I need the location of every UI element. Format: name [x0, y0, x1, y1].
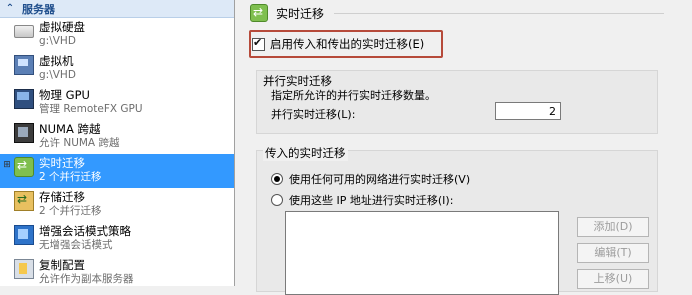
- live-migration-icon: [14, 157, 34, 177]
- concurrent-migrations-input[interactable]: 2: [495, 102, 561, 120]
- hard-disk-icon: [14, 25, 34, 38]
- settings-sidebar: ⌃ 服务器 虚拟硬盘 g:\VHD 虚拟机 g:\VHD 物理 GPU 管理 R…: [0, 0, 235, 286]
- enable-live-migration-checkbox[interactable]: [252, 36, 265, 51]
- use-any-network-label[interactable]: 使用任何可用的网络进行实时迁移(V): [289, 171, 470, 187]
- enable-live-migration-row[interactable]: 启用传入和传出的实时迁移(E): [249, 30, 443, 58]
- numa-icon: [14, 123, 34, 143]
- item-subtitle: 2 个并行迁移: [39, 205, 102, 217]
- item-title: 虚拟硬盘: [39, 20, 85, 34]
- item-subtitle: 无增强会话模式: [39, 239, 113, 251]
- incoming-migrations-group: 传入的实时迁移 使用任何可用的网络进行实时迁移(V) 使用这些 IP 地址进行实…: [256, 145, 658, 295]
- panel-header: 实时迁移: [250, 4, 324, 22]
- divider: [334, 13, 664, 14]
- panel-title: 实时迁移: [276, 6, 325, 21]
- chevron-up-icon[interactable]: ⌃: [4, 3, 16, 14]
- item-title: 实时迁移: [39, 156, 85, 170]
- sidebar-item-numa[interactable]: NUMA 跨越 允许 NUMA 跨越: [0, 120, 234, 154]
- gpu-icon: [14, 89, 34, 109]
- use-ip-addresses-label[interactable]: 使用这些 IP 地址进行实时迁移(I):: [289, 192, 453, 208]
- live-migration-panel: 实时迁移 启用传入和传出的实时迁移(E) 并行实时迁移 指定所允许的并行实时迁移…: [244, 0, 692, 295]
- item-subtitle: 管理 RemoteFX GPU: [39, 103, 143, 115]
- item-title: 增强会话模式策略: [39, 224, 131, 238]
- use-any-network-radio[interactable]: [271, 173, 283, 185]
- item-title: 复制配置: [39, 258, 85, 272]
- concurrent-migrations-label: 并行实时迁移(L):: [271, 108, 356, 121]
- virtual-machine-icon: [14, 55, 34, 75]
- live-migration-icon: [250, 4, 268, 22]
- item-subtitle: 2 个并行迁移: [39, 171, 102, 183]
- highlight-box: [249, 30, 443, 58]
- item-subtitle: 允许 NUMA 跨越: [39, 137, 120, 149]
- expand-icon[interactable]: ⊞: [0, 160, 14, 170]
- add-button[interactable]: 添加(D): [577, 217, 649, 237]
- sidebar-item-virtual-machine[interactable]: 虚拟机 g:\VHD: [0, 52, 234, 86]
- use-ip-addresses-radio[interactable]: [271, 194, 283, 206]
- concurrent-migrations-group: 并行实时迁移 指定所允许的并行实时迁移数量。 并行实时迁移(L): 2: [256, 70, 658, 134]
- sidebar-item-physical-gpu[interactable]: 物理 GPU 管理 RemoteFX GPU: [0, 86, 234, 120]
- item-subtitle: g:\VHD: [39, 69, 76, 81]
- section-header-server[interactable]: ⌃ 服务器: [0, 0, 234, 18]
- enhanced-session-icon: [14, 225, 34, 245]
- item-subtitle: g:\VHD: [39, 35, 76, 47]
- item-title: NUMA 跨越: [39, 122, 101, 136]
- sidebar-item-storage-migration[interactable]: 存储迁移 2 个并行迁移: [0, 188, 234, 222]
- item-title: 虚拟机: [39, 54, 74, 68]
- sidebar-item-enhanced-session[interactable]: 增强会话模式策略 无增强会话模式: [0, 222, 234, 256]
- edit-button[interactable]: 编辑(T): [577, 243, 649, 263]
- item-title: 物理 GPU: [39, 88, 90, 102]
- replication-icon: [14, 259, 34, 279]
- use-ip-addresses-option[interactable]: 使用这些 IP 地址进行实时迁移(I):: [271, 192, 453, 208]
- item-subtitle: 允许作为副本服务器: [39, 273, 134, 285]
- ip-address-list[interactable]: [285, 211, 559, 295]
- use-any-network-option[interactable]: 使用任何可用的网络进行实时迁移(V): [271, 171, 470, 187]
- sidebar-item-live-migration[interactable]: ⊞ 实时迁移 2 个并行迁移: [0, 154, 234, 188]
- section-label: 服务器: [22, 2, 55, 16]
- move-up-button[interactable]: 上移(U): [577, 269, 649, 289]
- sidebar-item-virtual-disk[interactable]: 虚拟硬盘 g:\VHD: [0, 18, 234, 52]
- sidebar-item-replication[interactable]: 复制配置 允许作为副本服务器: [0, 256, 234, 286]
- group-title: 传入的实时迁移: [263, 145, 348, 161]
- group-description: 指定所允许的并行实时迁移数量。: [271, 89, 436, 102]
- item-title: 存储迁移: [39, 190, 85, 204]
- storage-migration-icon: [14, 191, 34, 211]
